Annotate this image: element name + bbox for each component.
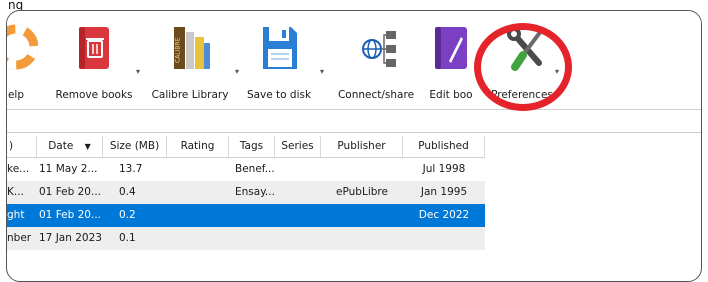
table-row[interactable]: nber 17 Jan 2023 0.1 xyxy=(7,227,485,250)
remove-books-dropdown-icon[interactable]: ▾ xyxy=(136,67,140,76)
connect-share-button[interactable]: Connect/share xyxy=(338,21,414,103)
edit-book-label: Edit boo xyxy=(429,89,473,101)
edit-book-button[interactable]: Edit boo xyxy=(428,21,474,103)
save-to-disk-label: Save to disk xyxy=(246,89,312,101)
edit-book-icon xyxy=(429,23,473,75)
help-button[interactable]: elp xyxy=(7,21,39,103)
network-globe-icon xyxy=(358,23,402,75)
column-header-size[interactable]: Size (MB) xyxy=(103,136,167,157)
calibre-library-button[interactable]: CALIBRE Calibre Library xyxy=(152,21,228,103)
library-dropdown-icon[interactable]: ▾ xyxy=(235,67,239,76)
remove-books-label: Remove books xyxy=(55,89,133,101)
highlight-circle xyxy=(474,23,572,111)
help-label: elp xyxy=(7,89,25,101)
table-row[interactable]: ke... 11 May 2... 13.7 Benef... Jul 1998 xyxy=(7,158,485,181)
library-books-icon: CALIBRE xyxy=(168,23,212,75)
column-header-series[interactable]: Series xyxy=(275,136,321,157)
lifebuoy-icon xyxy=(7,23,39,75)
column-header-title[interactable]: ) xyxy=(7,136,37,157)
save-dropdown-icon[interactable]: ▾ xyxy=(320,67,324,76)
table-row-selected[interactable]: ght 01 Feb 20... 0.2 Dec 2022 xyxy=(7,204,485,227)
save-to-disk-button[interactable]: Save to disk xyxy=(247,21,311,103)
sort-arrow-icon: ▼ xyxy=(84,142,91,151)
remove-books-button[interactable]: Remove books xyxy=(55,21,133,103)
column-header-published[interactable]: Published xyxy=(403,136,485,157)
table-row[interactable]: K... 01 Feb 20... 0.4 Ensay... ePubLibre… xyxy=(7,181,485,204)
calibre-library-label: Calibre Library xyxy=(151,89,229,101)
column-header-date[interactable]: Date ▼ xyxy=(37,136,103,157)
column-header-rating[interactable]: Rating xyxy=(167,136,229,157)
book-list-table: ) Date ▼ Size (MB) Rating Tags Series Pu… xyxy=(7,136,485,250)
column-header-tags[interactable]: Tags xyxy=(229,136,275,157)
connect-share-label: Connect/share xyxy=(337,89,415,101)
trash-book-icon xyxy=(72,23,116,75)
search-bar-strip[interactable] xyxy=(7,109,701,133)
library-spine-text: CALIBRE xyxy=(175,37,182,63)
table-header: ) Date ▼ Size (MB) Rating Tags Series Pu… xyxy=(7,136,485,158)
column-header-publisher[interactable]: Publisher xyxy=(321,136,403,157)
calibre-window: elp Remove books ▾ CALIBRE Calibre Libra… xyxy=(6,10,702,282)
floppy-disk-icon xyxy=(257,23,301,75)
main-toolbar: elp Remove books ▾ CALIBRE Calibre Libra… xyxy=(7,11,701,106)
